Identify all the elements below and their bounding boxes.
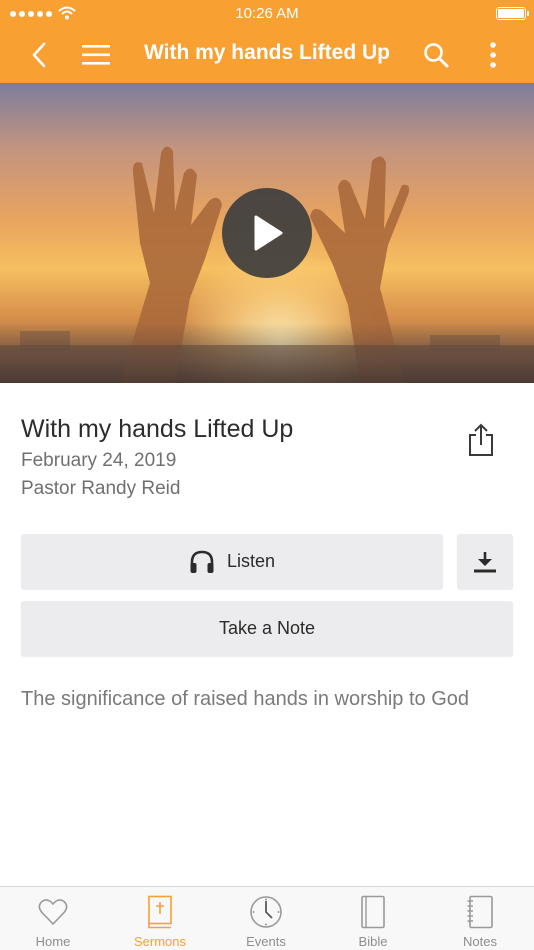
tab-events-label: Events — [246, 934, 286, 949]
hamburger-menu-icon — [82, 45, 110, 65]
tab-sermons[interactable]: Sermons — [107, 887, 213, 950]
more-button[interactable] — [477, 39, 509, 71]
tab-home-label: Home — [35, 934, 71, 949]
listen-label: Listen — [226, 551, 276, 571]
headphones-icon — [190, 550, 214, 573]
play-icon — [254, 215, 283, 251]
tab-events[interactable]: Events — [213, 887, 319, 950]
menu-button[interactable] — [80, 39, 112, 71]
tab-bar: Home Sermons Events Bible Notes — [0, 886, 534, 950]
tab-bible-label: Bible — [358, 934, 388, 949]
nav-bar: With my hands Lifted Up — [0, 28, 534, 83]
sermon-title: With my hands Lifted Up — [21, 415, 294, 443]
sermon-speaker: Pastor Randy Reid — [21, 478, 181, 499]
notebook-icon — [427, 895, 533, 929]
back-button[interactable] — [23, 39, 55, 71]
download-button[interactable] — [457, 534, 513, 589]
city-skyline — [0, 323, 534, 383]
tab-notes-label: Notes — [463, 934, 497, 949]
take-note-button[interactable]: Take a Note — [21, 601, 513, 656]
take-note-label: Take a Note — [218, 618, 316, 638]
tab-notes[interactable]: Notes — [427, 887, 533, 950]
book-cross-icon — [107, 895, 213, 929]
battery-icon — [496, 7, 529, 20]
status-time: 10:26 AM — [235, 5, 299, 22]
sermon-description: The significance of raised hands in wors… — [21, 688, 470, 710]
share-icon — [469, 423, 493, 456]
share-button[interactable] — [466, 422, 496, 458]
listen-button[interactable]: Listen — [21, 534, 443, 589]
page-title: With my hands Lifted Up — [144, 41, 390, 64]
play-button[interactable] — [222, 188, 312, 278]
bible-icon — [320, 895, 426, 929]
search-button[interactable] — [420, 39, 452, 71]
search-icon — [424, 43, 449, 68]
tab-home[interactable]: Home — [0, 887, 106, 950]
status-bar: 10:26 AM — [0, 0, 534, 28]
sermon-video-thumbnail[interactable] — [0, 83, 534, 383]
tab-bible[interactable]: Bible — [320, 887, 426, 950]
chevron-left-icon — [32, 42, 46, 68]
tab-sermons-label: Sermons — [133, 934, 187, 949]
more-vertical-icon — [490, 42, 496, 68]
heart-icon — [0, 895, 106, 929]
download-icon — [474, 551, 496, 572]
clock-icon — [213, 895, 319, 929]
sermon-date: February 24, 2019 — [21, 450, 177, 471]
